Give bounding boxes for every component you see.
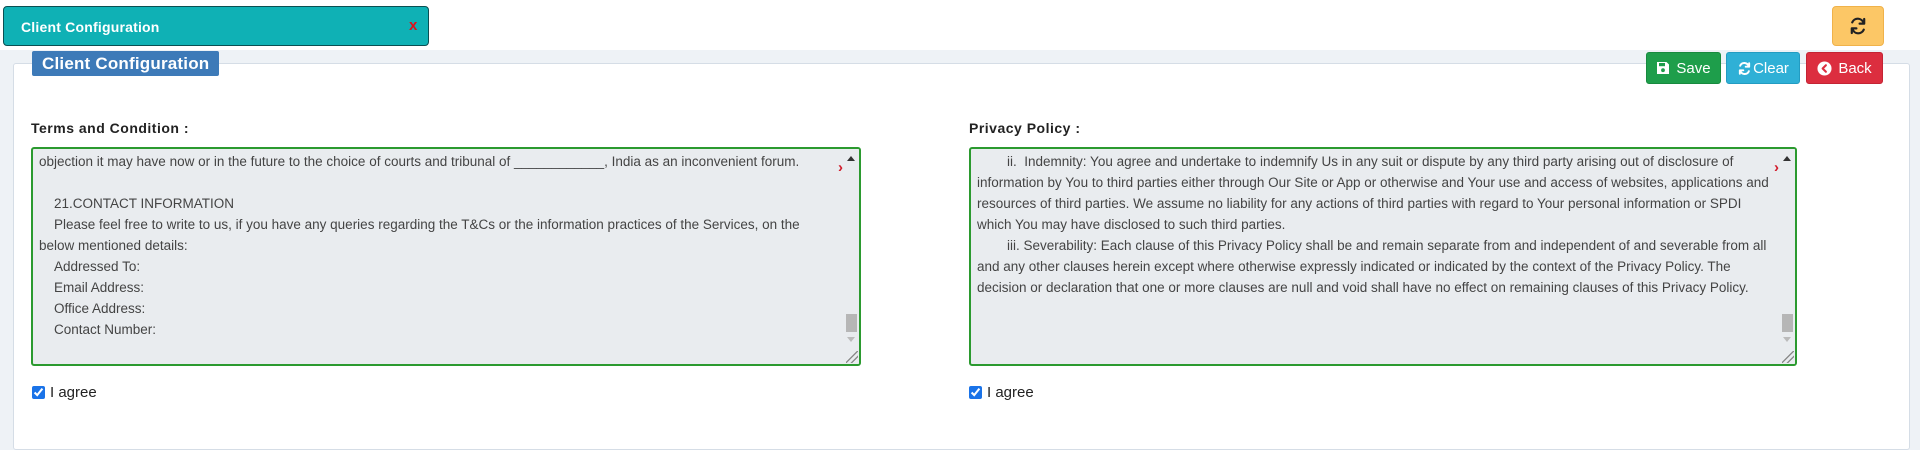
privacy-agree-checkbox[interactable] bbox=[969, 386, 982, 399]
terms-textarea[interactable]: objection it may have now or in the futu… bbox=[31, 147, 861, 366]
terms-agree-label: I agree bbox=[50, 384, 97, 401]
terms-text: objection it may have now or in the futu… bbox=[39, 154, 800, 337]
resize-grip-icon[interactable] bbox=[1782, 351, 1794, 363]
privacy-agree[interactable]: I agree bbox=[969, 384, 1034, 401]
privacy-agree-label: I agree bbox=[987, 384, 1034, 401]
clear-button-label: Clear bbox=[1753, 59, 1789, 77]
refresh-button[interactable] bbox=[1832, 6, 1884, 46]
back-button-label: Back bbox=[1838, 59, 1872, 77]
resize-grip-icon[interactable] bbox=[846, 351, 858, 363]
back-button[interactable]: Back bbox=[1806, 52, 1883, 84]
refresh-icon bbox=[1850, 17, 1866, 35]
terms-label: Terms and Condition : bbox=[31, 120, 190, 136]
terms-agree[interactable]: I agree bbox=[32, 384, 97, 401]
save-button[interactable]: Save bbox=[1646, 52, 1721, 84]
floppy-disk-icon bbox=[1657, 62, 1670, 74]
clear-button[interactable]: Clear bbox=[1726, 52, 1800, 84]
refresh-icon bbox=[1738, 61, 1751, 75]
privacy-label: Privacy Policy : bbox=[969, 120, 1081, 136]
circle-arrow-left-icon bbox=[1817, 60, 1832, 76]
panel-title: Client Configuration bbox=[32, 51, 220, 76]
privacy-clear-icon[interactable]: › bbox=[1774, 159, 1779, 176]
terms-agree-checkbox[interactable] bbox=[32, 386, 45, 399]
terms-clear-icon[interactable]: › bbox=[838, 159, 843, 176]
tab-close-icon[interactable]: x bbox=[409, 17, 417, 34]
tab-title: Client Configuration bbox=[21, 19, 160, 35]
save-button-label: Save bbox=[1676, 59, 1711, 77]
scroll-up-icon[interactable] bbox=[1783, 156, 1791, 161]
privacy-text: ii. Indemnity: You agree and undertake t… bbox=[977, 154, 1769, 295]
tab-client-configuration[interactable]: Client Configuration x bbox=[3, 6, 429, 46]
privacy-scrollbar[interactable] bbox=[1780, 149, 1795, 364]
scrollbar-thumb[interactable] bbox=[1782, 314, 1793, 332]
terms-scrollbar[interactable] bbox=[844, 149, 859, 364]
scroll-down-icon[interactable] bbox=[847, 337, 855, 342]
scroll-up-icon[interactable] bbox=[847, 156, 855, 161]
scroll-down-icon[interactable] bbox=[1783, 337, 1791, 342]
scrollbar-thumb[interactable] bbox=[846, 314, 857, 332]
privacy-textarea[interactable]: ii. Indemnity: You agree and undertake t… bbox=[969, 147, 1797, 366]
